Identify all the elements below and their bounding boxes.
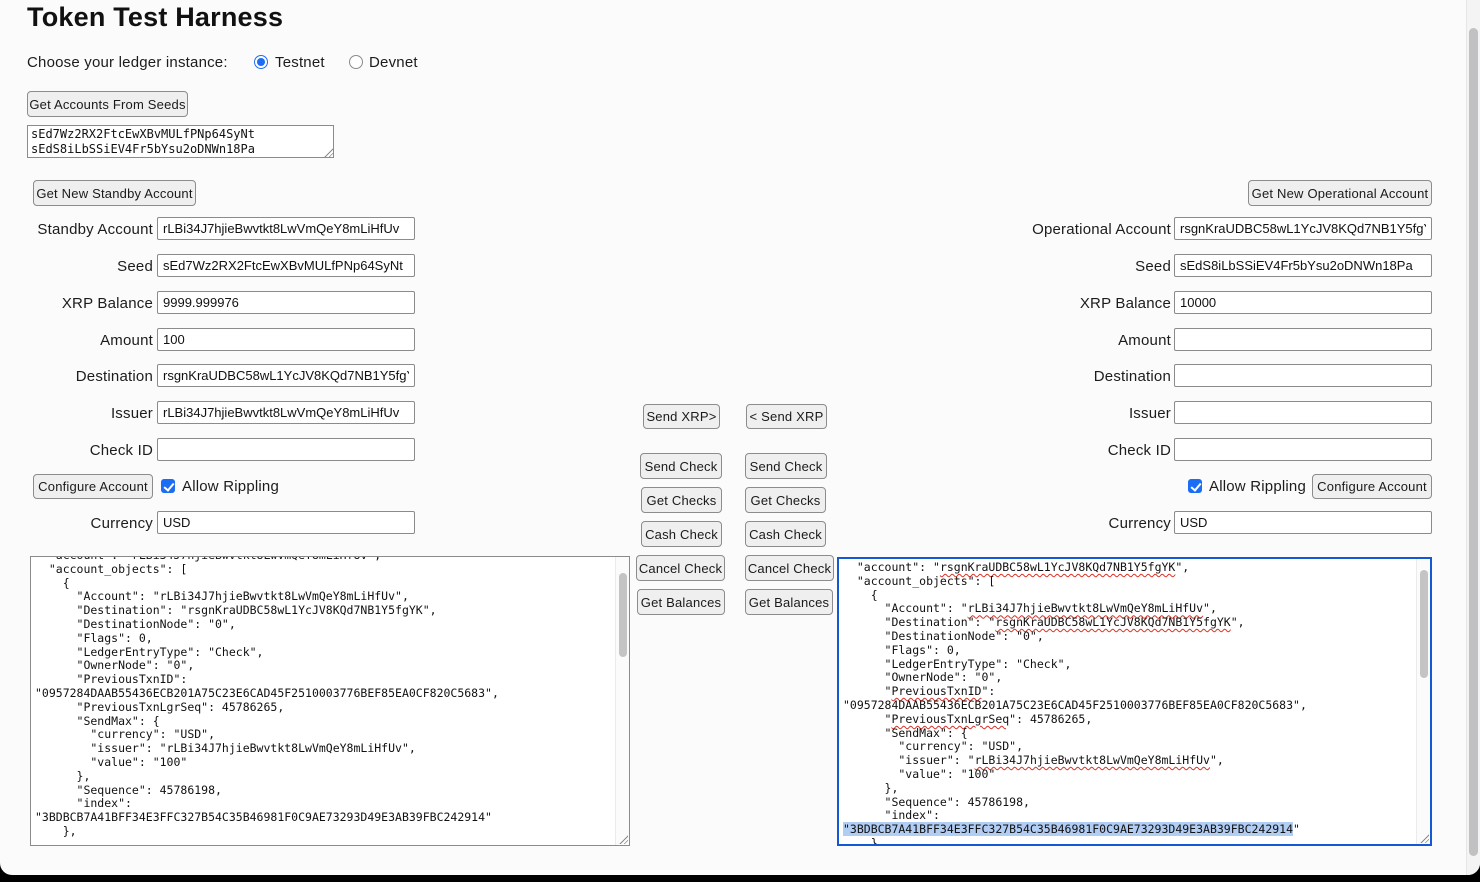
standby-check-id-input[interactable] bbox=[157, 438, 415, 461]
operational-issuer-input[interactable] bbox=[1174, 401, 1432, 424]
seeds-textarea-wrapper: sEd7Wz2RX2FtcEwXBvMULfPNp64SyNt sEdS8iLb… bbox=[27, 125, 334, 158]
scrollbar-thumb[interactable] bbox=[1469, 28, 1478, 856]
standby-seed-label: Seed bbox=[0, 254, 153, 277]
operational-amount-input[interactable] bbox=[1174, 328, 1432, 351]
get-new-operational-account-button[interactable]: Get New Operational Account bbox=[1248, 180, 1432, 206]
standby-xrp-balance-label: XRP Balance bbox=[0, 291, 153, 314]
standby-amount-input[interactable] bbox=[157, 328, 415, 351]
operational-check-id-input[interactable] bbox=[1174, 438, 1432, 461]
browser-scrollbar[interactable] bbox=[1466, 0, 1480, 875]
operational-seed-label: Seed bbox=[985, 254, 1171, 277]
operational-get-balances-button[interactable]: Get Balances bbox=[745, 589, 833, 615]
scrollbar-thumb[interactable] bbox=[1420, 570, 1428, 678]
operational-amount-label: Amount bbox=[985, 328, 1171, 351]
radio-devnet[interactable] bbox=[349, 55, 363, 69]
operational-xrp-balance-input[interactable] bbox=[1174, 291, 1432, 314]
standby-cancel-check-button[interactable]: Cancel Check bbox=[636, 555, 725, 581]
page-title: Token Test Harness bbox=[27, 2, 283, 33]
operational-results-output[interactable]: "account": "rsgnKraUDBC58wL1YcJV8KQd7NB1… bbox=[837, 557, 1432, 846]
standby-issuer-label: Issuer bbox=[0, 401, 153, 424]
operational-cash-check-button[interactable]: Cash Check bbox=[745, 521, 826, 547]
operational-send-xrp-button[interactable]: < Send XRP bbox=[746, 404, 827, 429]
standby-currency-label: Currency bbox=[0, 511, 153, 534]
standby-destination-label: Destination bbox=[0, 364, 153, 387]
operational-issuer-label: Issuer bbox=[985, 401, 1171, 424]
standby-amount-label: Amount bbox=[0, 328, 153, 351]
operational-send-check-button[interactable]: Send Check bbox=[745, 453, 827, 479]
operational-currency-input[interactable] bbox=[1174, 511, 1432, 534]
ledger-instance-label: Choose your ledger instance: bbox=[27, 54, 228, 71]
standby-allow-rippling-checkbox[interactable] bbox=[161, 479, 175, 493]
standby-send-check-button[interactable]: Send Check bbox=[640, 453, 722, 479]
standby-results-output[interactable]: "account": "rLBi34J7hjieBwvtkt8LwVmQeY8m… bbox=[30, 556, 630, 846]
configure-operational-account-button[interactable]: Configure Account bbox=[1312, 474, 1432, 499]
standby-issuer-input[interactable] bbox=[157, 401, 415, 424]
operational-allow-rippling-label: Allow Rippling bbox=[1209, 478, 1306, 495]
standby-account-label: Standby Account bbox=[0, 217, 153, 240]
operational-get-checks-button[interactable]: Get Checks bbox=[745, 487, 826, 513]
configure-standby-account-button[interactable]: Configure Account bbox=[33, 474, 153, 499]
operational-seed-input[interactable] bbox=[1174, 254, 1432, 277]
operational-currency-label: Currency bbox=[985, 511, 1171, 534]
operational-account-input[interactable] bbox=[1174, 217, 1432, 240]
radio-testnet-label[interactable]: Testnet bbox=[275, 54, 325, 71]
standby-send-xrp-button[interactable]: Send XRP> bbox=[643, 404, 720, 429]
scrollbar-thumb[interactable] bbox=[619, 573, 627, 657]
operational-xrp-balance-label: XRP Balance bbox=[985, 291, 1171, 314]
operational-destination-input[interactable] bbox=[1174, 364, 1432, 387]
standby-allow-rippling-label: Allow Rippling bbox=[182, 478, 279, 495]
get-accounts-from-seeds-button[interactable]: Get Accounts From Seeds bbox=[27, 91, 188, 117]
standby-results-text: "account": "rLBi34J7hjieBwvtkt8LwVmQeY8m… bbox=[35, 556, 612, 845]
standby-seed-input[interactable] bbox=[157, 254, 415, 277]
operational-allow-rippling-checkbox[interactable] bbox=[1188, 479, 1202, 493]
operational-output-scrollbar[interactable] bbox=[1416, 559, 1430, 844]
standby-cash-check-button[interactable]: Cash Check bbox=[641, 521, 722, 547]
standby-account-input[interactable] bbox=[157, 217, 415, 240]
radio-devnet-label[interactable]: Devnet bbox=[369, 54, 418, 71]
operational-check-id-label: Check ID bbox=[985, 438, 1171, 461]
standby-currency-input[interactable] bbox=[157, 511, 415, 534]
standby-get-checks-button[interactable]: Get Checks bbox=[641, 487, 722, 513]
standby-destination-input[interactable] bbox=[157, 364, 415, 387]
standby-xrp-balance-input[interactable] bbox=[157, 291, 415, 314]
page: Token Test Harness Choose your ledger in… bbox=[0, 0, 1480, 875]
get-new-standby-account-button[interactable]: Get New Standby Account bbox=[33, 180, 196, 206]
operational-cancel-check-button[interactable]: Cancel Check bbox=[745, 555, 834, 581]
seeds-textarea[interactable]: sEd7Wz2RX2FtcEwXBvMULfPNp64SyNt sEdS8iLb… bbox=[27, 125, 334, 158]
radio-testnet[interactable] bbox=[254, 55, 268, 69]
standby-check-id-label: Check ID bbox=[0, 438, 153, 461]
standby-output-scrollbar[interactable] bbox=[615, 557, 629, 845]
standby-get-balances-button[interactable]: Get Balances bbox=[637, 589, 725, 615]
operational-account-label: Operational Account bbox=[985, 217, 1171, 240]
operational-results-text: "account": "rsgnKraUDBC58wL1YcJV8KQd7NB1… bbox=[843, 561, 1413, 844]
operational-destination-label: Destination bbox=[985, 364, 1171, 387]
